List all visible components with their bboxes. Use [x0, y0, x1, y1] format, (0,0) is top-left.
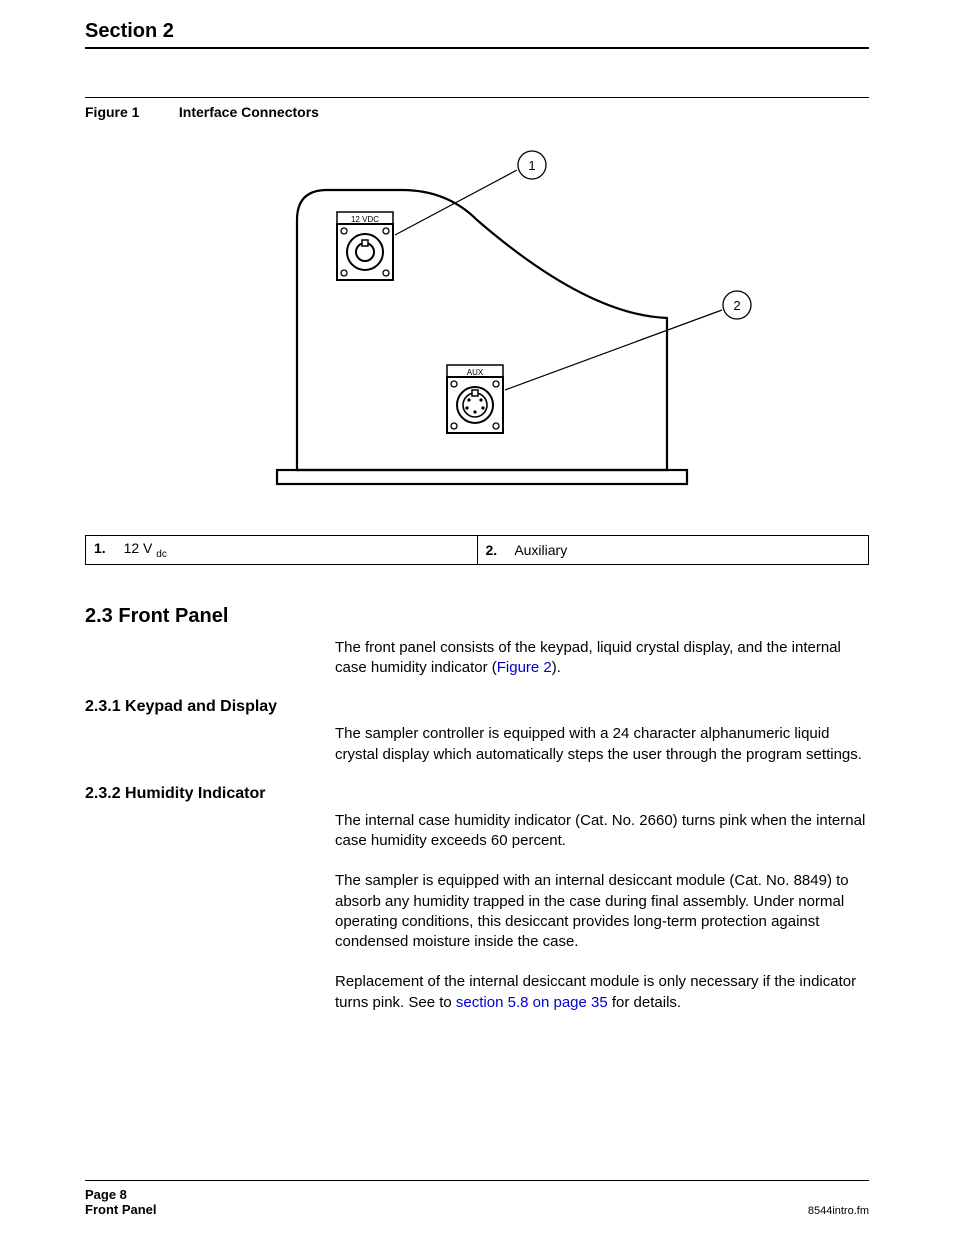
legend-item-2: 2. Auxiliary — [477, 536, 869, 565]
svg-text:2: 2 — [733, 298, 740, 313]
legend-1-num: 1. — [94, 540, 106, 556]
legend-2-text: Auxiliary — [514, 542, 567, 558]
section-header: Section 2 — [85, 20, 869, 49]
connector-12vdc-label: 12 VDC — [351, 215, 379, 224]
svg-text:1: 1 — [528, 158, 535, 173]
footer-page-number: Page 8 — [85, 1187, 869, 1202]
figure-title: Interface Connectors — [179, 104, 319, 120]
legend-1-text: 12 V — [124, 540, 157, 556]
link-figure-2[interactable]: Figure 2 — [497, 659, 552, 676]
para-2-3-2-p2: The sampler is equipped with an internal… — [335, 871, 869, 952]
figure-label: Figure 1 — [85, 104, 175, 120]
page-footer: Page 8 Front Panel 8544intro.fm — [85, 1180, 869, 1217]
para-2-3-intro-post: ). — [552, 659, 561, 676]
footer-title: Front Panel — [85, 1202, 869, 1217]
heading-2-3-1: 2.3.1 Keypad and Display — [85, 698, 869, 716]
heading-2-3: 2.3 Front Panel — [85, 605, 869, 628]
link-section-5-8[interactable]: section 5.8 on page 35 — [456, 994, 608, 1011]
figure-legend-table: 1. 12 V dc 2. Auxiliary — [85, 535, 869, 565]
para-2-3-1: The sampler controller is equipped with … — [335, 724, 869, 765]
legend-2-num: 2. — [486, 542, 498, 558]
para-2-3-intro: The front panel consists of the keypad, … — [335, 638, 869, 679]
legend-1-sub: dc — [156, 549, 167, 560]
callout-1: 1 — [395, 151, 546, 235]
connector-aux: AUX — [447, 365, 503, 433]
connector-aux-label: AUX — [467, 368, 484, 377]
para-2-3-2-p1: The internal case humidity indicator (Ca… — [335, 811, 869, 852]
figure-diagram: 12 VDC AUX — [85, 140, 869, 505]
heading-2-3-2: 2.3.2 Humidity Indicator — [85, 785, 869, 803]
legend-item-1: 1. 12 V dc — [86, 536, 478, 565]
para-2-3-2-p3-post: for details. — [608, 994, 681, 1011]
para-2-3-2-p3: Replacement of the internal desiccant mo… — [335, 972, 869, 1013]
connector-12vdc: 12 VDC — [337, 212, 393, 280]
figure-caption: Figure 1 Interface Connectors — [85, 97, 869, 120]
footer-filename: 8544intro.fm — [808, 1199, 869, 1217]
para-2-3-intro-pre: The front panel consists of the keypad, … — [335, 639, 841, 676]
callout-2: 2 — [505, 291, 751, 390]
